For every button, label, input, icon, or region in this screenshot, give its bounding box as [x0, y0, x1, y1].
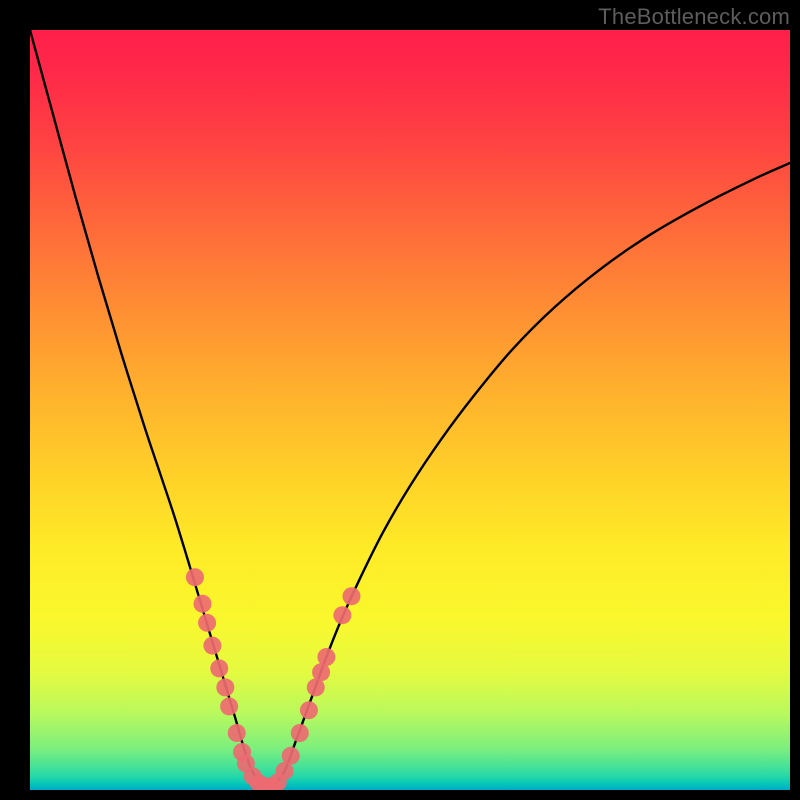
- watermark-text: TheBottleneck.com: [598, 4, 790, 30]
- data-point: [210, 659, 228, 677]
- chart-frame: TheBottleneck.com: [0, 0, 800, 800]
- data-point: [282, 747, 300, 765]
- data-point: [333, 606, 351, 624]
- data-point: [220, 697, 238, 715]
- data-point: [203, 637, 221, 655]
- data-point: [300, 701, 318, 719]
- data-point: [216, 678, 234, 696]
- data-point: [198, 614, 216, 632]
- data-point: [291, 724, 309, 742]
- data-point: [342, 587, 360, 605]
- data-point: [186, 568, 204, 586]
- data-point: [228, 724, 246, 742]
- curve-layer: [30, 30, 790, 790]
- highlight-dots: [186, 568, 361, 790]
- data-point: [194, 595, 212, 613]
- bottleneck-curve: [30, 30, 790, 788]
- data-point: [317, 648, 335, 666]
- plot-area: [30, 30, 790, 790]
